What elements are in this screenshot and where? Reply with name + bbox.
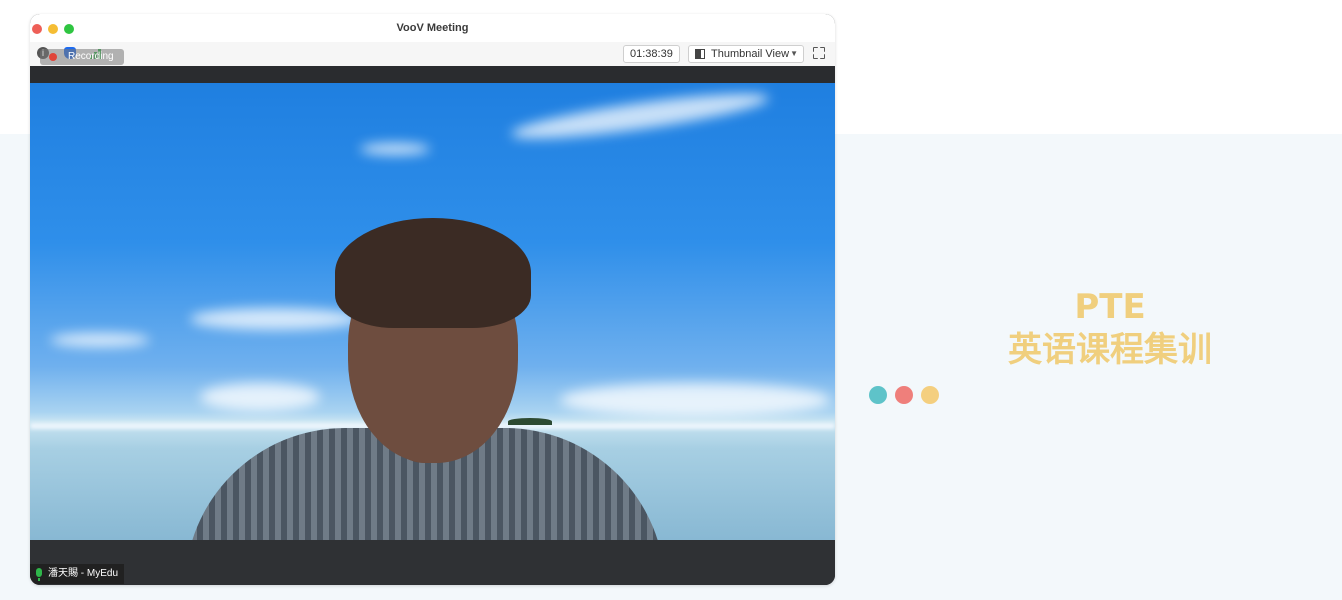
cloud bbox=[509, 85, 771, 147]
title-bar: VooV Meeting bbox=[30, 14, 835, 43]
video-top-strip bbox=[30, 66, 835, 83]
cloud bbox=[190, 308, 360, 330]
meeting-timer: 01:38:39 bbox=[623, 45, 680, 63]
video-bottom-strip bbox=[30, 540, 835, 585]
meeting-toolbar: i Recording 01:38:39 Thumbnail View ▼ bbox=[30, 42, 835, 67]
view-layout-icon bbox=[695, 49, 705, 59]
decorative-dot bbox=[895, 386, 913, 404]
island bbox=[508, 418, 552, 425]
course-subtitle: 英语课程集训 bbox=[1008, 330, 1212, 370]
recording-badge: Recording bbox=[40, 49, 124, 65]
view-mode-select[interactable]: Thumbnail View ▼ bbox=[688, 45, 804, 63]
participant-name-tag: 潘天賜 - MyEdu bbox=[30, 564, 125, 584]
window-title: VooV Meeting bbox=[396, 22, 469, 34]
recording-label: Recording bbox=[68, 51, 114, 62]
person-hair bbox=[335, 218, 531, 328]
decorative-dot bbox=[869, 386, 887, 404]
participant-name: 潘天賜 - MyEdu bbox=[48, 568, 119, 579]
participant-video bbox=[30, 83, 835, 540]
decorative-dot bbox=[921, 386, 939, 404]
microphone-icon bbox=[36, 568, 42, 581]
chevron-down-icon: ▼ bbox=[790, 49, 798, 58]
recording-dot-icon bbox=[49, 53, 57, 61]
cloud bbox=[360, 143, 430, 155]
fullscreen-icon[interactable] bbox=[813, 47, 825, 59]
cloud bbox=[50, 333, 150, 347]
cloud bbox=[560, 383, 830, 417]
course-title: PTE bbox=[1074, 287, 1146, 327]
view-mode-label: Thumbnail View bbox=[711, 48, 790, 60]
voov-meeting-window: VooV Meeting i Recording 01:38:39 Thumbn… bbox=[30, 14, 835, 585]
cloud bbox=[200, 383, 320, 411]
